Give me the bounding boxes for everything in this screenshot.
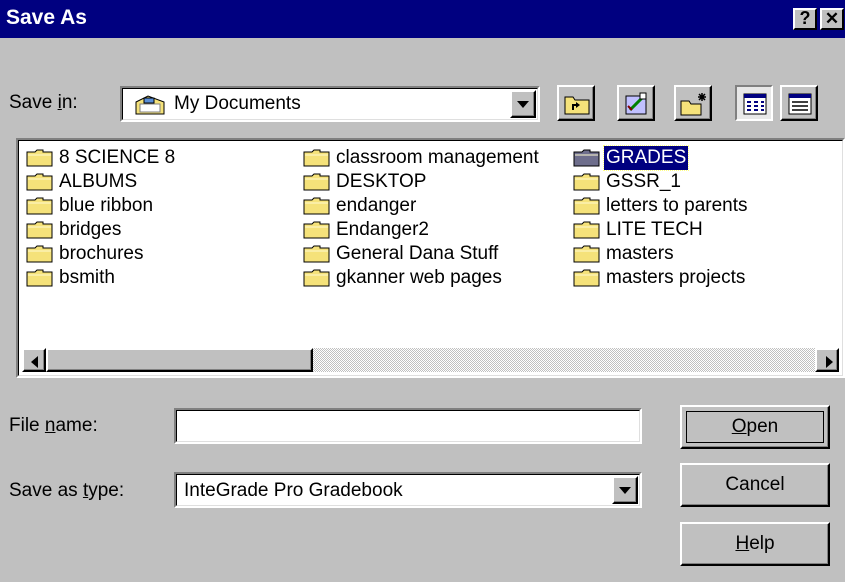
save-as-type-dropdown-button[interactable] [612,476,638,504]
folder-icon [303,221,330,239]
help-title-button[interactable]: ? [793,8,817,30]
list-view-icon [743,93,767,115]
details-view-icon [788,93,812,115]
my-documents-folder-icon [135,95,165,115]
scroll-right-button[interactable] [815,348,839,372]
folder-icon [26,269,53,287]
chevron-down-icon [619,487,631,494]
folder-icon [303,197,330,215]
desktop-icon [625,92,647,115]
file-name: brochures [59,243,144,264]
folder-icon [303,149,330,167]
file-name: masters projects [606,267,746,288]
new-folder-button[interactable] [674,85,712,121]
save-in-dropdown-button[interactable] [510,90,536,118]
details-view-button[interactable] [780,85,818,121]
file-name: 8 SCIENCE 8 [59,147,176,168]
file-name: General Dana Stuff [336,243,499,264]
title-bar[interactable]: Save As ? ✕ [0,0,845,38]
help-button[interactable]: Help [680,522,830,566]
arrow-left-icon [31,356,38,368]
file-grid: 8 SCIENCE 8 ALBUMS blue ribbon bridges broch… [18,140,843,376]
chevron-down-icon [517,101,529,108]
file-name: letters to parents [606,195,748,216]
cancel-button[interactable]: Cancel [680,463,830,507]
up-one-level-button[interactable] [557,85,595,121]
folder-icon [573,245,600,263]
file-name: DESKTOP [336,171,427,192]
file-name: bsmith [59,267,115,288]
save-in-label: Save in: [9,92,78,113]
folder-icon [303,269,330,287]
file-name: Endanger2 [336,219,429,240]
scroll-left-button[interactable] [22,348,46,372]
file-name: classroom management [336,147,539,168]
file-name: masters [606,243,674,264]
folder-icon [26,173,53,191]
focus-rect [686,411,824,443]
file-name-input[interactable] [174,408,642,444]
folder-icon [26,221,53,239]
desktop-button[interactable] [617,85,655,121]
folder-icon [573,149,600,167]
scrollbar-track[interactable] [313,348,815,372]
save-in-dropdown[interactable]: My Documents [120,86,540,122]
save-as-type-label: Save as type: [9,480,125,501]
folder-icon [573,269,600,287]
folder-icon [573,173,600,191]
file-list[interactable]: 8 SCIENCE 8 ALBUMS blue ribbon bridges broch… [16,138,845,378]
folder-icon [26,149,53,167]
folder-icon [26,245,53,263]
save-as-type-value: InteGrade Pro Gradebook [184,480,403,501]
question-mark-icon: ? [799,8,811,28]
close-icon: ✕ [824,9,840,28]
save-as-type-dropdown[interactable]: InteGrade Pro Gradebook [174,472,642,508]
file-name: gkanner web pages [336,267,502,288]
list-view-button[interactable] [735,85,773,121]
up-folder-icon [564,96,590,115]
folder-icon [303,173,330,191]
file-name: endanger [336,195,417,216]
file-name: ALBUMS [59,171,138,192]
close-button[interactable]: ✕ [820,8,844,30]
new-folder-icon [680,93,706,116]
save-as-dialog: Save As ? ✕ Save in: My Documents 8 SCIE… [0,0,845,582]
save-in-value: My Documents [174,93,301,114]
file-name-label: File name: [9,415,98,436]
file-name: blue ribbon [59,195,154,216]
folder-icon [573,221,600,239]
file-name: LITE TECH [606,219,703,240]
window-title: Save As [6,6,87,29]
open-button[interactable]: Open [680,405,830,449]
file-name: bridges [59,219,122,240]
file-name: GRADES [602,145,690,171]
folder-icon [303,245,330,263]
folder-icon [573,197,600,215]
folder-icon [26,197,53,215]
file-name: GSSR_1 [606,171,681,192]
scrollbar-thumb[interactable] [46,348,313,372]
arrow-right-icon [826,356,833,368]
